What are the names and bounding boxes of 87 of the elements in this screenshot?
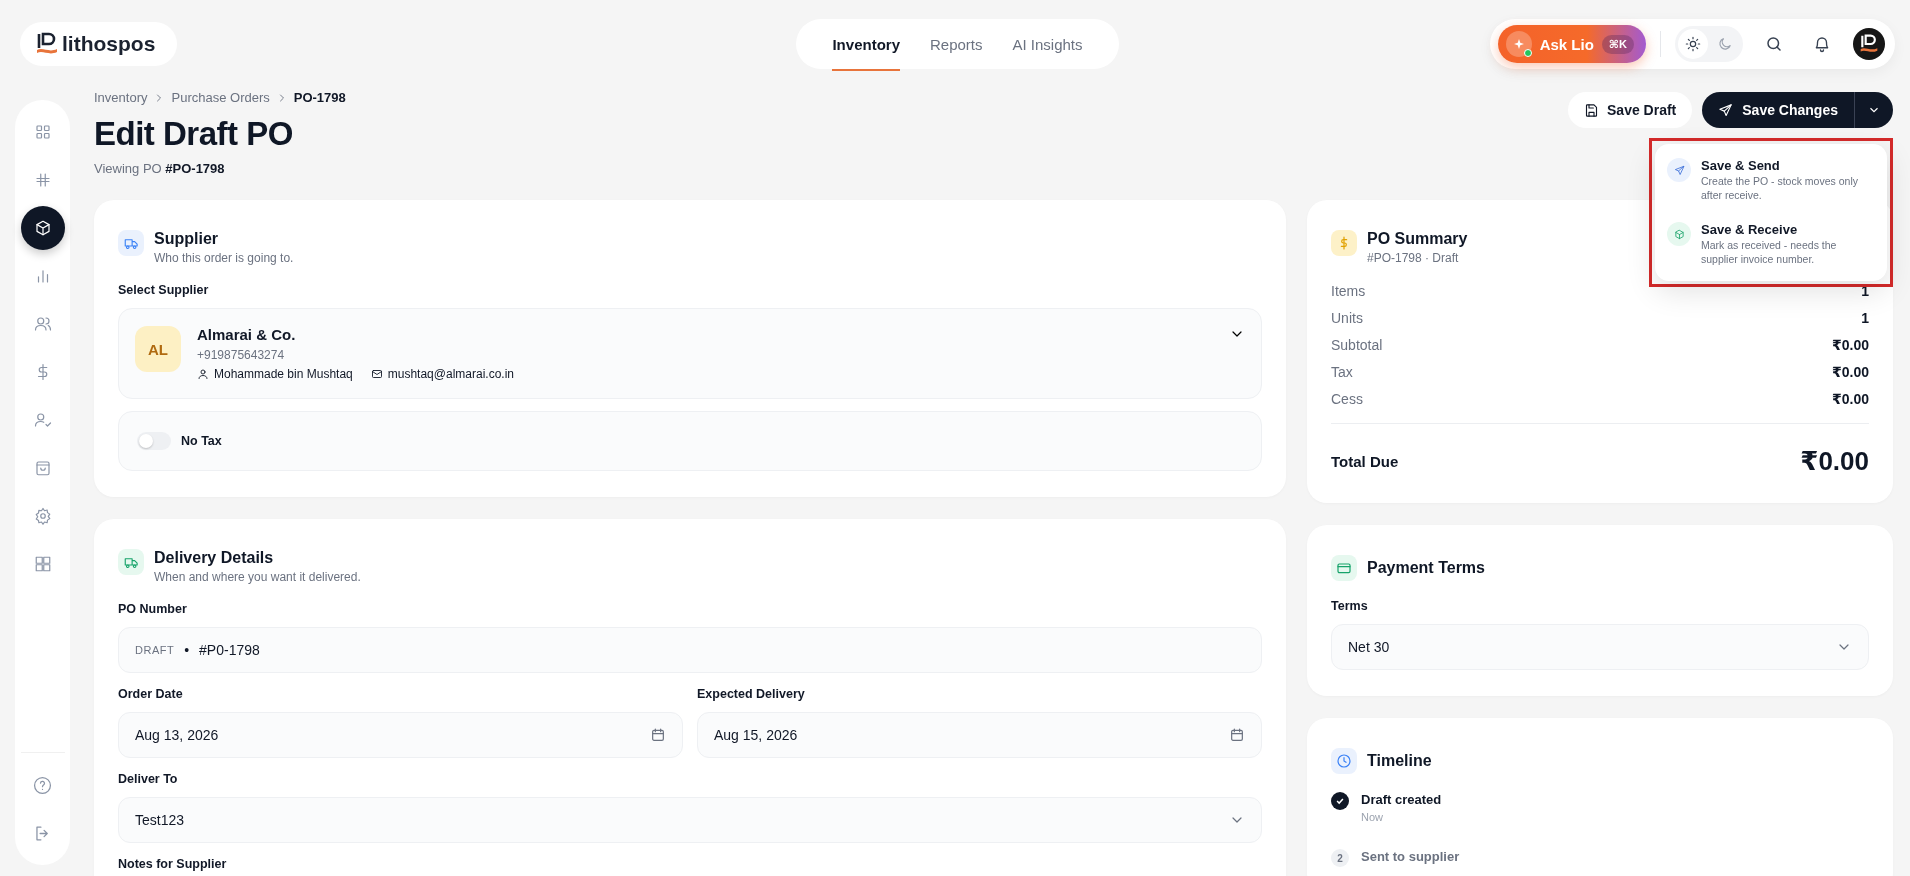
logo-icon <box>1859 34 1879 54</box>
logo-icon <box>36 32 58 56</box>
step-number: 2 <box>1331 849 1349 867</box>
card-subtitle: #PO-1798 · Draft <box>1367 251 1460 265</box>
cube-icon <box>33 219 52 237</box>
person-icon <box>197 368 209 380</box>
card-title: Delivery Details <box>154 549 275 567</box>
summary-label: Subtotal <box>1331 337 1383 353</box>
sidebar-button[interactable] <box>20 206 65 250</box>
summary-label: Units <box>1331 310 1363 326</box>
breadcrumb-link[interactable]: Purchase Orders <box>171 90 270 105</box>
truck-icon <box>118 549 144 575</box>
field-label: Expected Delivery <box>697 687 806 701</box>
hash-icon <box>33 171 52 189</box>
theme-toggle-button[interactable] <box>1678 29 1708 59</box>
shopping-bag-icon <box>33 459 52 477</box>
card-title: Supplier <box>154 230 219 248</box>
sparkle-icon <box>1505 31 1532 57</box>
settings-icon <box>33 507 52 525</box>
step-title: Sent to supplier <box>1361 849 1460 864</box>
page-title: Edit Draft PO <box>94 115 294 153</box>
no-tax-toggle[interactable] <box>137 432 171 450</box>
supplier-name: Almarai & Co. <box>197 326 297 343</box>
summary-value: 1 <box>1861 310 1869 326</box>
users-icon <box>33 315 52 333</box>
supplier-select[interactable]: AL Almarai & Co. +919875643274 Mohammade bin Mushtaq mushtaq@almarai.co.in <box>118 308 1262 399</box>
field-label: Terms <box>1331 599 1369 613</box>
sun-icon <box>1685 36 1701 52</box>
step-title: Draft created <box>1361 792 1442 807</box>
mail-icon <box>370 368 383 380</box>
card-title: Payment Terms <box>1367 559 1485 577</box>
field-label: Select Supplier <box>118 283 210 297</box>
summary-value: ₹0.00 <box>1832 391 1869 407</box>
user-avatar[interactable] <box>1853 28 1885 60</box>
field-label: Order Date <box>118 687 184 701</box>
menu-item[interactable]: Save & Send Create the PO - stock moves only after receive. <box>1659 152 1883 209</box>
clock-icon <box>1331 748 1357 774</box>
breadcrumb-link[interactable]: Inventory <box>94 90 148 105</box>
summary-value: ₹0.00 <box>1832 337 1869 353</box>
search-icon <box>1765 35 1783 53</box>
send-icon <box>1673 164 1685 176</box>
moon-icon <box>1717 36 1733 52</box>
brand-name: lithospos <box>62 32 156 56</box>
page-subtitle: Viewing PO #PO-1798 <box>94 161 226 176</box>
supplier-phone: +919875643274 <box>197 348 286 362</box>
bell-icon <box>1813 35 1831 53</box>
card-icon <box>1331 555 1357 581</box>
help-icon <box>33 775 52 795</box>
shortcut-badge: ⌘K <box>1601 34 1634 54</box>
nav-tab[interactable]: AI Insights <box>1000 21 1095 67</box>
contact-name: Mohammade bin Mushtaq <box>214 367 353 381</box>
send-icon <box>1718 102 1734 118</box>
summary-label: Items <box>1331 283 1366 299</box>
field-label: PO Number <box>118 602 188 616</box>
card-subtitle: When and where you want it delivered. <box>154 570 361 584</box>
toggle-label: No Tax <box>181 434 222 448</box>
nav-tab[interactable]: Reports <box>917 21 995 67</box>
terms-select[interactable]: Net 30 <box>1331 624 1869 670</box>
contact-email: mushtaq@almarai.co.in <box>387 367 514 381</box>
date-field[interactable]: Aug 15, 2026 <box>697 712 1262 758</box>
logo[interactable]: lithospos <box>20 22 178 66</box>
ask-assistant-button[interactable]: Ask Lio ⌘K <box>1497 25 1646 63</box>
truck-icon <box>118 230 144 256</box>
step-time: Now <box>1361 811 1384 823</box>
calendar-icon <box>650 727 666 743</box>
card-title: Timeline <box>1367 752 1432 770</box>
total-label: Total Due <box>1331 453 1399 470</box>
tiles-icon <box>33 555 52 573</box>
card-subtitle: Who this order is going to. <box>154 251 294 265</box>
summary-label: Tax <box>1331 364 1353 380</box>
summary-label: Cess <box>1331 391 1363 407</box>
calendar-icon <box>1229 727 1245 743</box>
user-check-icon <box>33 411 52 429</box>
save-draft-button[interactable]: Save Draft <box>1568 92 1693 128</box>
grid-icon <box>33 123 52 141</box>
card-title: PO Summary <box>1367 230 1468 248</box>
total-value: ₹0.00 <box>1800 446 1869 477</box>
menu-item[interactable]: Save & Receive Mark as received - needs the supplier invoice number. <box>1659 216 1883 273</box>
supplier-avatar: AL <box>135 326 181 372</box>
field-label: Notes for Supplier <box>118 857 228 871</box>
date-field[interactable]: Aug 13, 2026 <box>118 712 683 758</box>
cube-icon <box>1673 228 1685 240</box>
po-number-field[interactable]: DRAFT • #P0-1798 <box>118 627 1262 673</box>
dollar-icon <box>1331 230 1357 256</box>
summary-value: ₹0.00 <box>1832 364 1869 380</box>
deliver-to-select[interactable]: Test123 <box>118 797 1262 843</box>
field-label: Deliver To <box>118 772 179 786</box>
